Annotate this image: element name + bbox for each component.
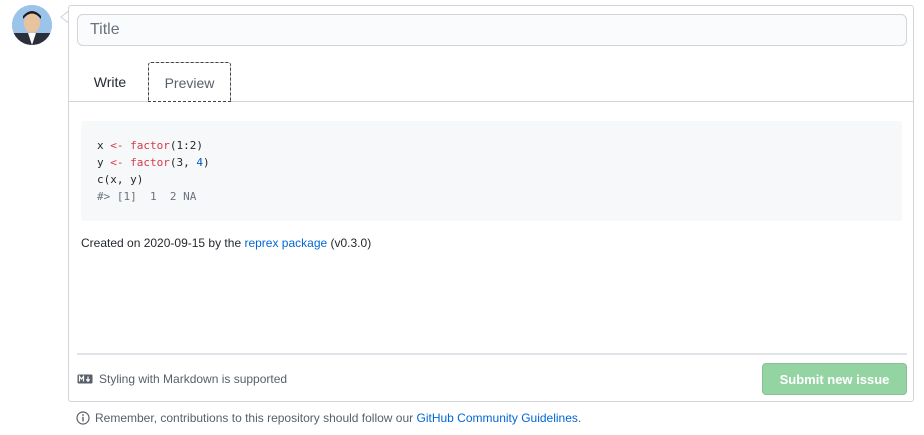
reprex-credit: Created on 2020-09-15 by the reprex pack… — [81, 236, 372, 250]
tab-preview[interactable]: Preview — [148, 62, 231, 102]
community-guidelines-note: Remember, contributions to this reposito… — [76, 411, 581, 425]
code-output-line: #> [1] 1 2 NA — [97, 190, 197, 203]
tab-write[interactable]: Write — [81, 62, 139, 102]
title-input[interactable] — [77, 14, 907, 46]
code-line: x <- factor(1:2) — [97, 139, 203, 152]
community-guidelines-link[interactable]: GitHub Community Guidelines — [417, 411, 578, 425]
footer-divider — [77, 353, 907, 355]
markdown-support-note[interactable]: Styling with Markdown is supported — [77, 372, 287, 386]
code-block: x <- factor(1:2) y <- factor(3, 4) c(x, … — [81, 121, 902, 221]
markdown-icon — [77, 374, 93, 384]
editor-tabs: Write Preview — [69, 62, 913, 102]
issue-form: Write Preview x <- factor(1:2) y <- fact… — [68, 5, 914, 402]
reprex-package-link[interactable]: reprex package — [244, 236, 327, 250]
code-line: c(x, y) — [97, 173, 144, 186]
avatar[interactable] — [12, 5, 52, 45]
code-line: y <- factor(3, 4) — [97, 156, 210, 169]
info-icon — [76, 411, 90, 425]
submit-new-issue-button[interactable]: Submit new issue — [762, 363, 907, 395]
markdown-note-label: Styling with Markdown is supported — [99, 372, 288, 386]
